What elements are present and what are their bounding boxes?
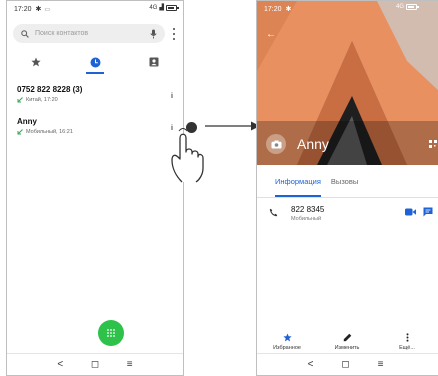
battery-icon <box>166 4 179 11</box>
star-icon <box>282 333 292 342</box>
phone-number-row[interactable]: 822 8345 Мобильный <box>269 205 438 227</box>
call-log-item[interactable]: Anny Мобильный, 16:21 i <box>17 117 177 135</box>
qr-code-icon[interactable] <box>429 140 437 148</box>
status-bar: 17:20 ✱ 4G <box>257 1 438 17</box>
more-label: Ещё... <box>399 345 415 351</box>
clock-icon <box>90 57 100 67</box>
message-icon: ▭ <box>44 6 51 13</box>
phone-icon <box>269 208 278 217</box>
gear-icon: ✱ <box>35 6 42 13</box>
navigation-bar: < ◻ ≡ <box>7 353 183 375</box>
network-label: 4G <box>149 4 158 11</box>
search-icon <box>21 29 29 38</box>
call-number: Anny <box>17 117 37 126</box>
menu-button[interactable]: ≡ <box>374 359 388 370</box>
more-button[interactable]: Ещё... <box>377 330 437 354</box>
hand-pointer-icon <box>171 128 204 183</box>
divider <box>257 197 438 198</box>
call-number: 0752 822 8228 (3) <box>17 85 83 94</box>
edit-label: Изменить <box>334 345 360 351</box>
navigation-bar: < ◻ ≡ <box>257 353 438 375</box>
contacts-icon <box>149 57 159 67</box>
info-icon[interactable]: i <box>167 92 177 102</box>
call-detail: Китай, 17:20 <box>26 97 58 103</box>
home-button[interactable]: ◻ <box>339 359 353 370</box>
pencil-icon <box>343 333 351 342</box>
details-tab-bar: Информация Вызовы <box>257 177 438 197</box>
status-bar: 17:20 ✱ ▭ 4G ▟ <box>7 1 183 17</box>
message-icon[interactable] <box>423 207 433 217</box>
video-call-icon[interactable] <box>405 208 416 216</box>
search-input[interactable]: Поиск контактов <box>35 30 150 37</box>
status-right: 4G ▟ <box>149 4 179 11</box>
call-detail-row: Китай, 17:20 <box>17 97 177 103</box>
star-icon <box>31 57 41 67</box>
network-label: 4G <box>395 4 404 10</box>
dialpad-button[interactable] <box>98 320 124 346</box>
battery-icon <box>406 4 419 10</box>
contact-header: 17:20 ✱ 4G ← Anny <box>257 1 438 165</box>
tab-recents[interactable] <box>66 50 125 74</box>
status-time: 17:20 <box>14 5 32 13</box>
call-detail: Мобильный, 16:21 <box>26 129 73 135</box>
tab-bar <box>7 50 183 74</box>
status-time: 17:20 <box>264 5 282 13</box>
contact-name: Anny <box>297 136 329 152</box>
arrow-icon <box>205 121 260 131</box>
signal-icon: ▟ <box>159 5 164 11</box>
more-icon <box>406 333 408 342</box>
microphone-icon[interactable] <box>150 29 157 39</box>
favorite-button[interactable]: Избранное <box>257 330 317 354</box>
tab-info[interactable]: Информация <box>275 177 321 197</box>
gear-icon: ✱ <box>285 6 292 13</box>
contact-details-screen: 17:20 ✱ 4G ← Anny Информация Вызовы 822 … <box>256 0 438 376</box>
call-log-item[interactable]: 0752 822 8228 (3) Китай, 17:20 i <box>17 85 177 103</box>
edit-button[interactable]: Изменить <box>317 330 377 354</box>
contact-action-bar: Избранное Изменить Ещё... <box>257 330 438 354</box>
phone-number: 822 8345 <box>291 205 325 214</box>
menu-button[interactable]: ≡ <box>123 359 137 370</box>
phone-type: Мобильный <box>291 216 322 222</box>
back-button[interactable]: < <box>53 359 67 370</box>
camera-icon <box>271 140 281 148</box>
back-button[interactable]: < <box>304 359 318 370</box>
incoming-call-icon <box>17 129 23 135</box>
tab-favorites[interactable] <box>7 50 66 74</box>
dialpad-icon <box>107 329 115 337</box>
call-log-screen: 17:20 ✱ ▭ 4G ▟ Поиск контактов 0752 822 … <box>6 0 184 376</box>
call-detail-row: Мобильный, 16:21 <box>17 129 177 135</box>
favorite-label: Избранное <box>273 345 301 351</box>
tab-calls[interactable]: Вызовы <box>331 177 358 197</box>
incoming-call-icon <box>17 97 23 103</box>
status-right: 4G <box>395 4 419 10</box>
more-options-icon[interactable] <box>171 27 177 41</box>
back-arrow-icon[interactable]: ← <box>266 29 276 40</box>
tab-contacts[interactable] <box>124 50 183 74</box>
home-button[interactable]: ◻ <box>88 359 102 370</box>
search-bar[interactable]: Поиск контактов <box>13 24 165 43</box>
change-photo-button[interactable] <box>266 134 286 154</box>
